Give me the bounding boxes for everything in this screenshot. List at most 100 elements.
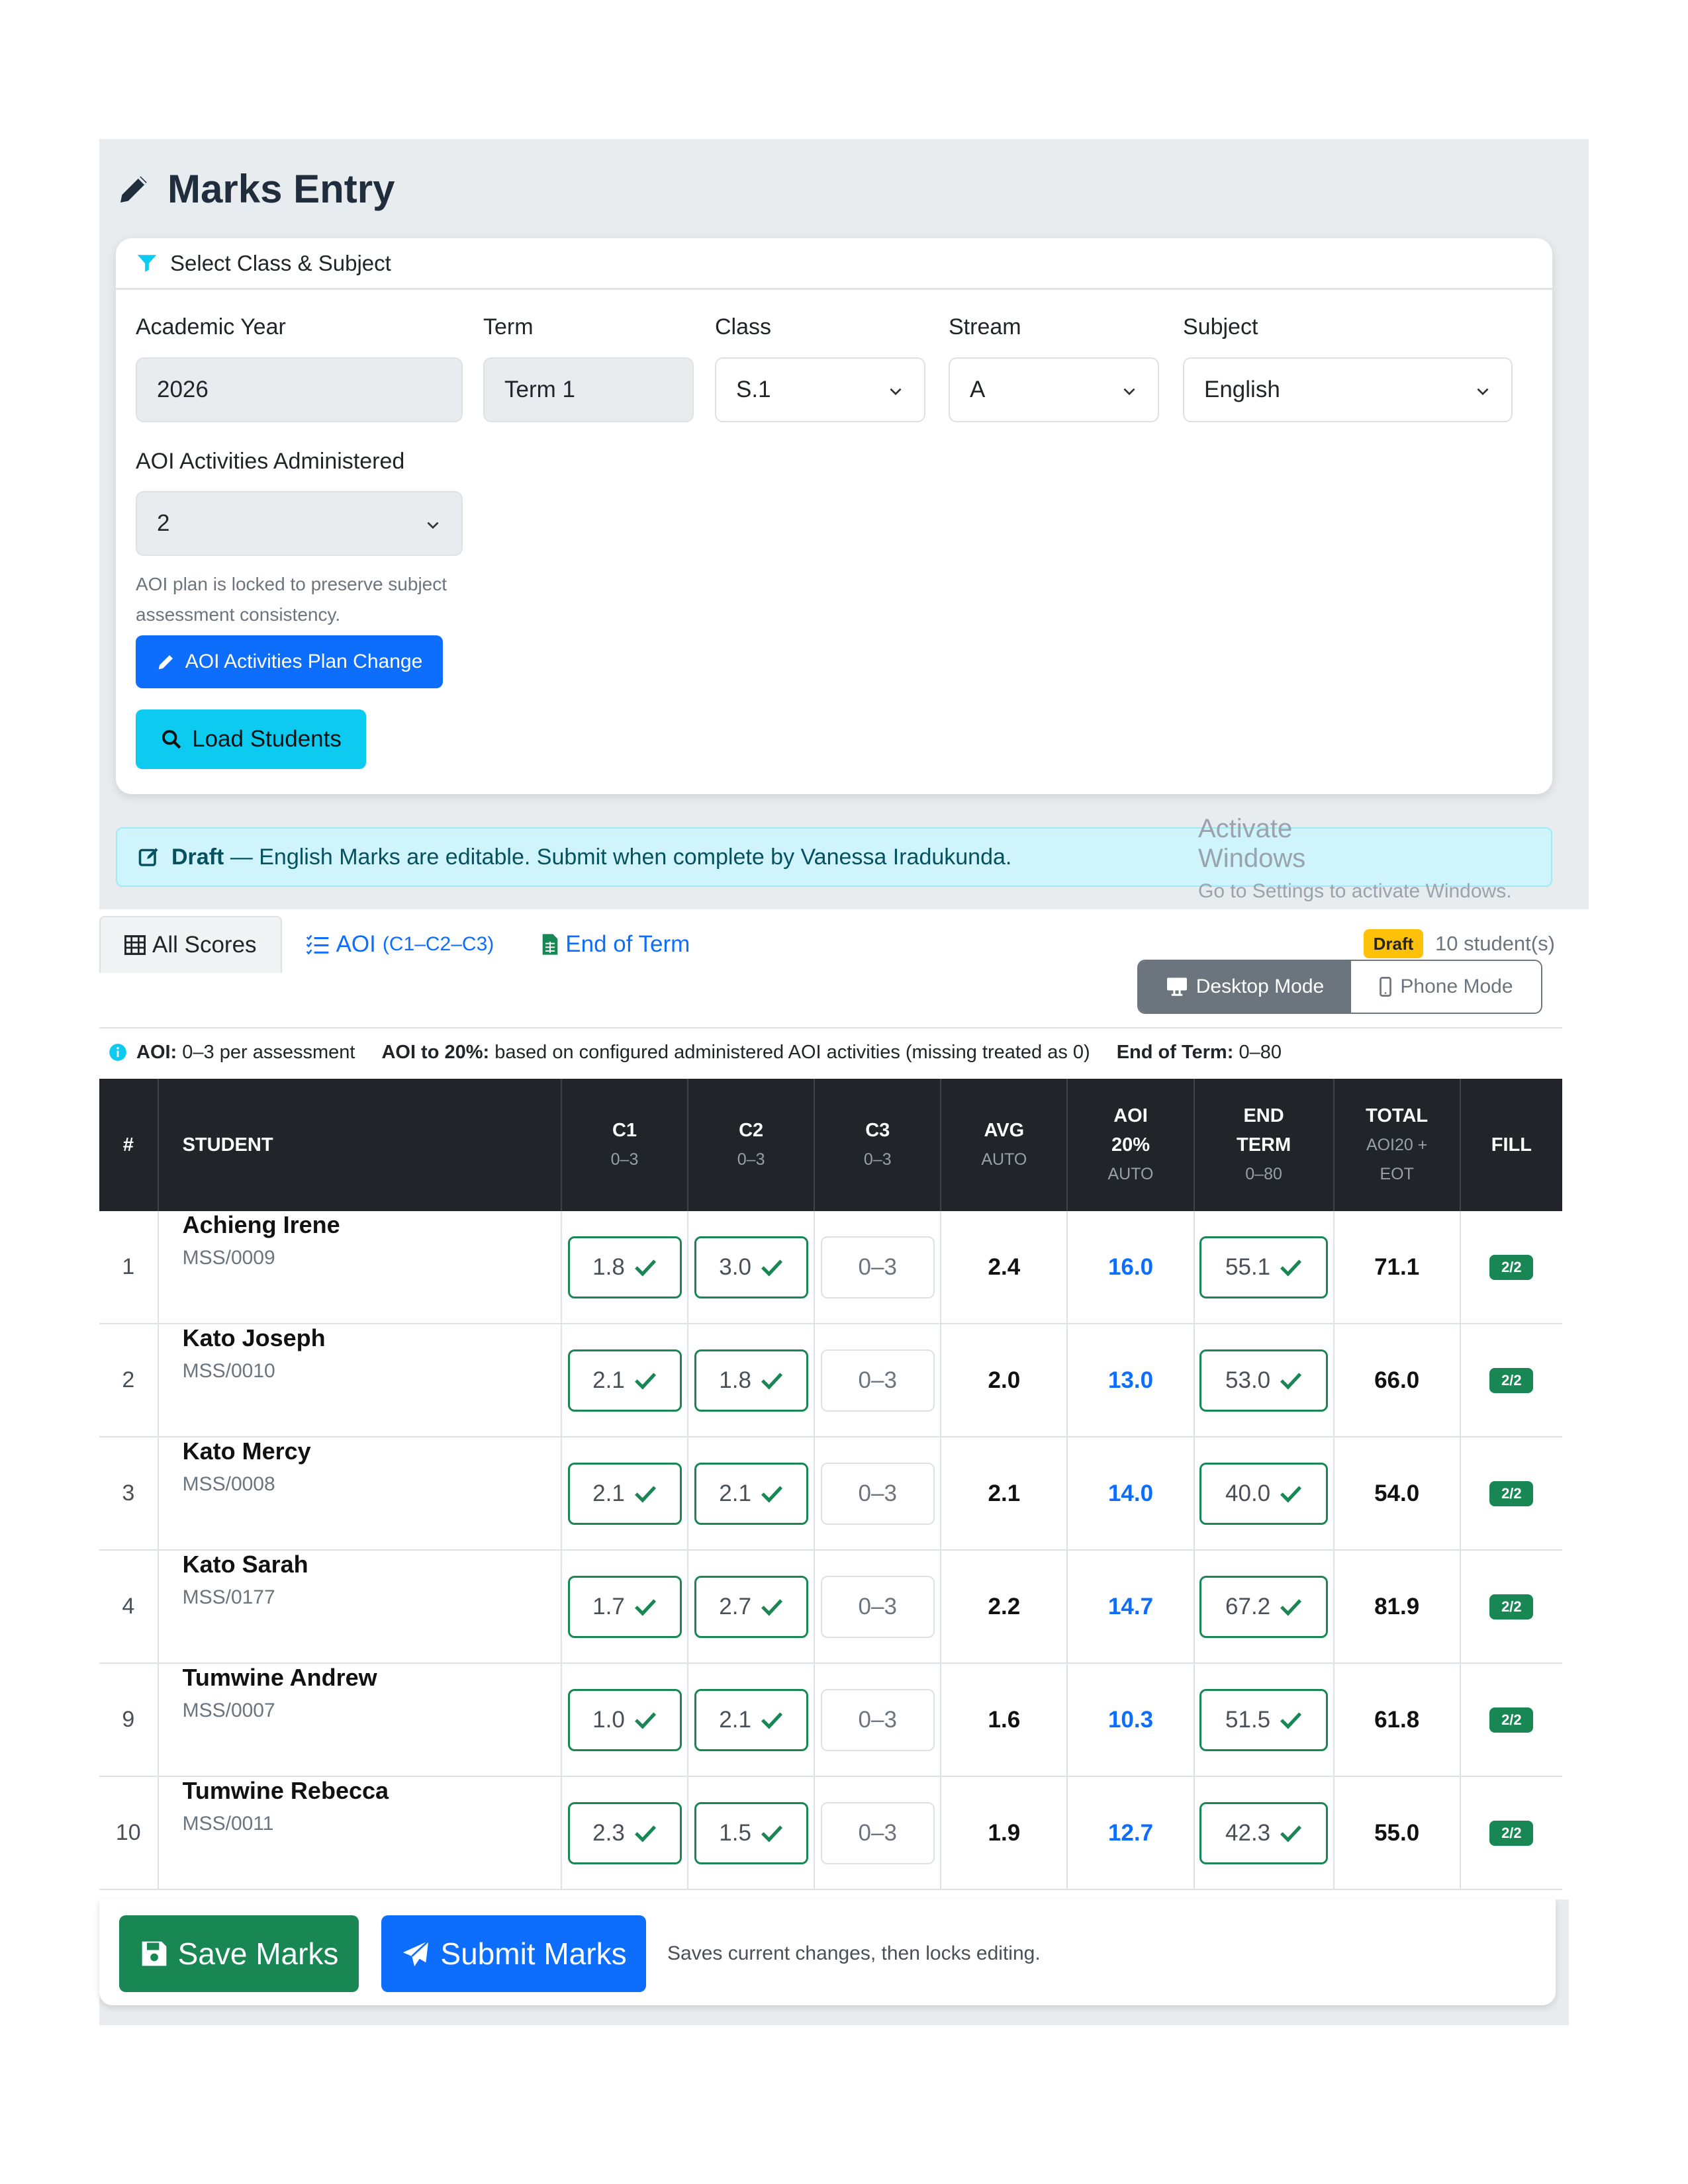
submit-marks-button[interactable]: Submit Marks [381, 1915, 646, 1992]
fill-cell: 2/2 [1461, 1437, 1562, 1549]
c2-input[interactable]: 1.8 [694, 1349, 808, 1412]
tab-aoi[interactable]: AOI (C1–C2–C3) [282, 916, 518, 973]
c1-cell: 2.3 [562, 1777, 689, 1889]
end-term-input[interactable]: 67.2 [1199, 1575, 1329, 1638]
c3-input[interactable]: 0–3 [820, 1801, 935, 1864]
table-row: 3 Kato Mercy MSS/0008 2.1 2.1 0–3 2.1 14… [99, 1437, 1562, 1551]
c2-input[interactable]: 3.0 [694, 1236, 808, 1298]
subject-select[interactable]: English [1183, 357, 1513, 422]
phone-mode-button[interactable]: Phone Mode [1350, 961, 1541, 1013]
phone-mode-label: Phone Mode [1400, 976, 1513, 997]
aoi20-value: 10.3 [1068, 1664, 1195, 1776]
avg-value: 2.0 [941, 1324, 1068, 1436]
student-cell: Tumwine Rebecca MSS/0011 [159, 1777, 562, 1889]
c2-input[interactable]: 2.7 [694, 1575, 808, 1638]
check-icon [761, 1372, 782, 1390]
legend-aoi: AOI: 0–3 per assessment [109, 1042, 355, 1064]
check-icon [761, 1485, 782, 1503]
end-term-cell: 53.0 [1195, 1324, 1335, 1436]
student-name: Tumwine Rebecca [182, 1777, 389, 1804]
fill-badge: 2/2 [1489, 1254, 1534, 1280]
c2-input[interactable]: 2.1 [694, 1688, 808, 1751]
tab-end-of-term-label: End of Term [565, 931, 690, 957]
legend-eot-text: 0–80 [1239, 1041, 1282, 1063]
c3-input[interactable]: 0–3 [820, 1688, 935, 1751]
total-value: 61.8 [1335, 1664, 1461, 1776]
check-icon [761, 1825, 782, 1843]
legend-aoi-label: AOI: [136, 1041, 177, 1063]
submit-marks-label: Submit Marks [440, 1936, 627, 1971]
c1-input[interactable]: 2.3 [567, 1801, 682, 1864]
c3-input[interactable]: 0–3 [820, 1462, 935, 1525]
academic-year-label: Academic Year [136, 314, 286, 340]
end-term-cell: 51.5 [1195, 1664, 1335, 1776]
check-icon [761, 1711, 782, 1729]
table-icon [124, 935, 146, 955]
c1-cell: 2.1 [562, 1324, 689, 1436]
c3-input[interactable]: 0–3 [820, 1236, 935, 1298]
legend-aoi20-label: AOI to 20%: [381, 1041, 490, 1063]
load-students-button[interactable]: Load Students [136, 709, 366, 769]
subject-value: English [1204, 377, 1280, 402]
c1-cell: 1.7 [562, 1551, 689, 1662]
legend-eot-label: End of Term: [1116, 1041, 1234, 1063]
end-term-input[interactable]: 55.1 [1199, 1236, 1329, 1298]
row-number: 2 [99, 1324, 159, 1436]
footer-hint: Saves current changes, then locks editin… [667, 1942, 1041, 1964]
check-icon [634, 1711, 656, 1729]
end-term-input[interactable]: 51.5 [1199, 1688, 1329, 1751]
phone-icon [1380, 977, 1392, 997]
col-c3-header: C3 0–3 [815, 1079, 942, 1211]
end-term-input[interactable]: 40.0 [1199, 1462, 1329, 1525]
marks-table: # STUDENT C1 0–3 C2 0–3 C3 0–3 AVG AUTO AOI 2… [99, 1079, 1562, 1890]
avg-value: 1.6 [941, 1664, 1068, 1776]
legend-aoi20: AOI to 20%: based on configured administ… [381, 1042, 1090, 1064]
end-term-cell: 67.2 [1195, 1551, 1335, 1662]
top-panel: Marks Entry Select Class & Subject Acade… [99, 139, 1589, 909]
c1-input[interactable]: 1.7 [567, 1575, 682, 1638]
c3-cell: 0–3 [815, 1777, 942, 1889]
check-icon [1280, 1711, 1302, 1729]
c1-cell: 1.8 [562, 1211, 689, 1323]
check-icon [1280, 1598, 1302, 1616]
student-id: MSS/0177 [182, 1586, 275, 1608]
tab-all-scores[interactable]: All Scores [99, 916, 282, 973]
stream-select[interactable]: A [949, 357, 1159, 422]
aoi-activities-label: AOI Activities Administered [136, 449, 405, 474]
check-icon [1280, 1259, 1302, 1277]
term-field[interactable]: Term 1 [483, 357, 694, 422]
c3-input[interactable]: 0–3 [820, 1575, 935, 1638]
c2-input[interactable]: 1.5 [694, 1801, 808, 1864]
c3-input[interactable]: 0–3 [820, 1349, 935, 1412]
end-term-input[interactable]: 53.0 [1199, 1349, 1329, 1412]
c1-input[interactable]: 2.1 [567, 1462, 682, 1525]
c1-input[interactable]: 1.8 [567, 1236, 682, 1298]
stream-label: Stream [949, 314, 1021, 340]
footer-area: Save Marks Submit Marks Saves current ch… [99, 1899, 1569, 2025]
save-marks-button[interactable]: Save Marks [119, 1915, 359, 1992]
student-id: MSS/0008 [182, 1473, 275, 1495]
c2-cell: 2.1 [688, 1664, 816, 1776]
academic-year-field[interactable]: 2026 [136, 357, 463, 422]
fill-badge: 2/2 [1489, 1594, 1534, 1619]
chevron-down-icon [1477, 388, 1489, 396]
check-icon [634, 1485, 656, 1503]
end-term-input[interactable]: 42.3 [1199, 1801, 1329, 1864]
desktop-mode-button[interactable]: Desktop Mode [1139, 961, 1351, 1013]
c1-input[interactable]: 1.0 [567, 1688, 682, 1751]
c1-input[interactable]: 2.1 [567, 1349, 682, 1412]
aoi20-value: 14.7 [1068, 1551, 1195, 1662]
tab-aoi-label: AOI [336, 931, 376, 957]
c2-input[interactable]: 2.1 [694, 1462, 808, 1525]
tab-end-of-term[interactable]: End of Term [518, 916, 714, 973]
aoi-plan-change-button[interactable]: AOI Activities Plan Change [136, 635, 443, 688]
aoi-activities-select[interactable]: 2 [136, 491, 463, 556]
filter-card-title: Select Class & Subject [170, 250, 391, 275]
pencil-icon [158, 655, 173, 670]
c3-cell: 0–3 [815, 1664, 942, 1776]
fill-cell: 2/2 [1461, 1211, 1562, 1323]
spreadsheet-file-icon [542, 934, 558, 955]
chevron-down-icon [427, 522, 439, 529]
c3-cell: 0–3 [815, 1551, 942, 1662]
class-select[interactable]: S.1 [715, 357, 925, 422]
